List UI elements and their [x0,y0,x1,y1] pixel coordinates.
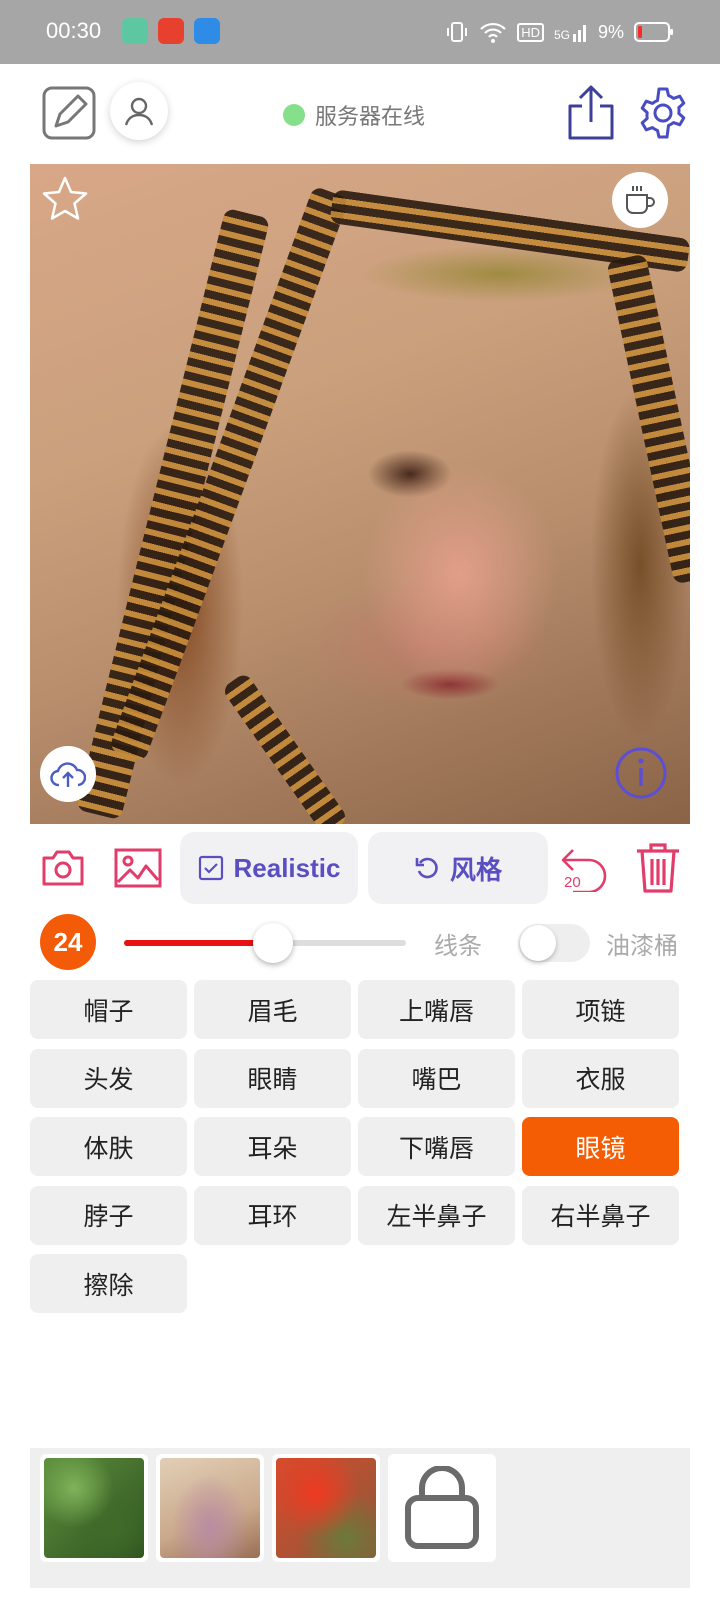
gallery-thumbnail[interactable] [156,1454,264,1562]
part-option[interactable]: 帽子 [30,980,187,1039]
app-screen: 00:30 HD 5G 9% 服务器在线 Realistic 风格 20 24 … [0,0,720,1600]
refresh-icon [415,857,438,879]
edit-icon [42,86,96,140]
edit-toolbar: Realistic 风格 20 [0,832,720,904]
battery-icon [634,22,673,42]
hair-strand [606,253,690,585]
style-label: 风格 [449,855,502,886]
thumbnail-image [160,1458,260,1558]
bucket-mode-label: 油漆桶 [606,932,678,960]
part-option[interactable]: 耳环 [194,1185,351,1245]
share-button[interactable] [566,84,616,142]
camera-icon [42,850,84,886]
status-time: 00:30 [46,18,102,43]
thumbnail-image [276,1458,376,1558]
info-icon [615,747,667,799]
image-icon [114,848,162,888]
hair-strand [221,671,349,824]
brush-size-slider[interactable] [124,923,406,963]
wifi-icon [480,22,506,43]
server-status-text: 服务器在线 [315,105,426,130]
coffee-cup-icon [626,186,655,214]
part-option[interactable]: 眉毛 [194,980,351,1039]
toggle-knob [520,925,556,961]
part-option[interactable]: 脖子 [30,1185,187,1245]
signal-icon [572,25,586,42]
network-type: 5G [554,22,588,42]
hd-badge: HD [517,22,544,42]
status-bar: 00:30 HD 5G 9% [0,0,720,64]
gallery-strip [30,1448,690,1588]
star-icon [42,176,88,220]
brush-size-badge: 24 [40,914,96,970]
part-option[interactable]: 衣服 [522,1048,679,1108]
part-option[interactable]: 嘴巴 [358,1048,515,1108]
part-option[interactable]: 项链 [522,980,679,1039]
delete-button[interactable] [630,832,686,904]
thumbnail-image [44,1458,144,1558]
part-option[interactable]: 眼镜 [522,1117,679,1176]
brush-controls: 24 线条 油漆桶 [0,912,720,972]
part-option[interactable]: 耳朵 [194,1117,351,1176]
info-button[interactable] [614,746,668,800]
mode-toggle-button[interactable]: Realistic [180,832,358,904]
browser-app-icon [194,18,220,44]
server-status-dot [283,104,305,126]
vibrate-icon [447,22,468,42]
user-icon [124,97,154,126]
style-button[interactable]: 风格 [368,832,548,904]
gallery-thumbnail[interactable] [272,1454,380,1562]
battery-percent: 9% [597,21,624,42]
part-option[interactable]: 右半鼻子 [522,1185,679,1245]
share-icon [568,85,614,140]
undo-button[interactable]: 20 [554,832,616,904]
shop-button[interactable] [388,1454,496,1562]
undo-count: 20 [564,874,581,891]
security-app-icon [122,18,148,44]
part-option[interactable]: 左半鼻子 [358,1185,515,1245]
server-status: 服务器在线 [283,100,425,130]
gallery-button[interactable] [112,832,164,904]
part-option[interactable]: 体肤 [30,1117,187,1176]
shopping-bag-icon [405,1466,479,1549]
part-option[interactable]: 头发 [30,1048,187,1108]
bucket-toggle[interactable] [518,924,590,962]
favorite-button[interactable] [40,174,90,224]
cloud-upload-icon [50,762,86,787]
status-indicators: HD 5G 9% [445,14,674,50]
edit-button[interactable] [42,86,96,140]
trash-icon [637,843,679,893]
line-mode-label: 线条 [434,932,482,960]
part-option[interactable]: 眼睛 [194,1048,351,1108]
profile-button[interactable] [110,82,168,140]
app-header: 服务器在线 [0,64,720,164]
part-option[interactable]: 擦除 [30,1254,187,1313]
news-app-icon [158,18,184,44]
coffee-button[interactable] [612,172,668,228]
slider-fill [124,940,274,946]
checkbox-icon [198,855,223,881]
settings-button[interactable] [636,86,690,140]
hair-strand [75,207,271,821]
part-option[interactable]: 上嘴唇 [358,980,515,1039]
image-canvas[interactable] [30,164,690,824]
upload-button[interactable] [40,746,96,802]
gallery-thumbnail[interactable] [40,1454,148,1562]
part-option[interactable]: 下嘴唇 [358,1117,515,1176]
camera-button[interactable] [38,832,88,904]
gear-icon [640,87,686,139]
slider-thumb[interactable] [253,923,294,963]
mode-label: Realistic [233,852,341,883]
